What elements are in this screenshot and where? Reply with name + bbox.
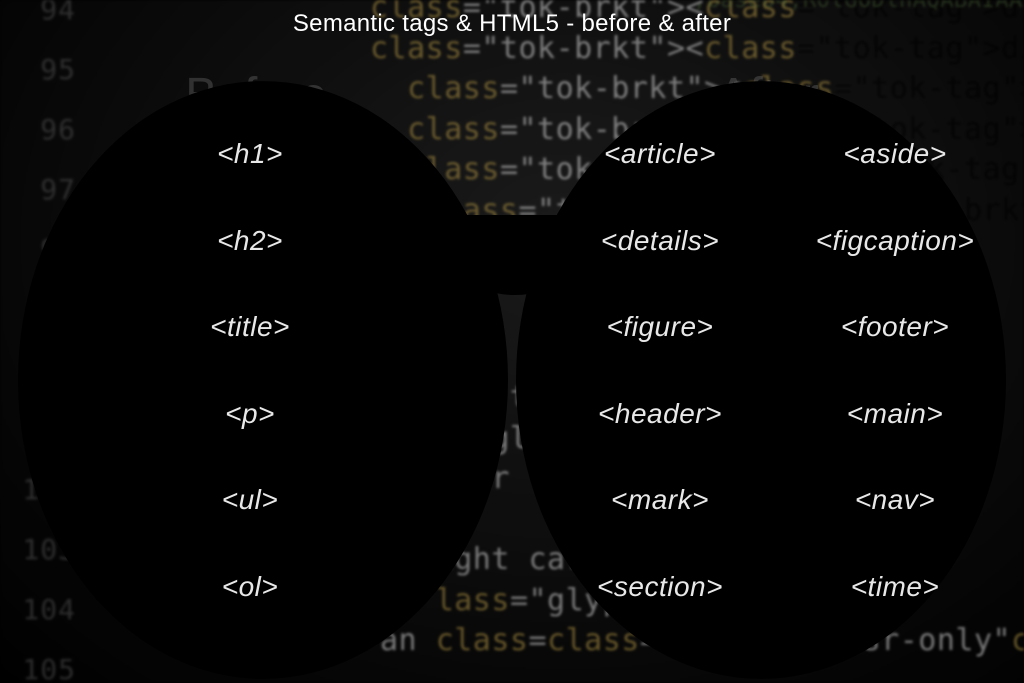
mask-circle-left — [18, 81, 508, 679]
mask-circle-right — [516, 81, 1006, 679]
list-item: 105 — [0, 640, 76, 683]
list-item: 104 — [0, 580, 76, 640]
slide-title: Semantic tags & HTML5 - before & after — [0, 10, 1024, 38]
